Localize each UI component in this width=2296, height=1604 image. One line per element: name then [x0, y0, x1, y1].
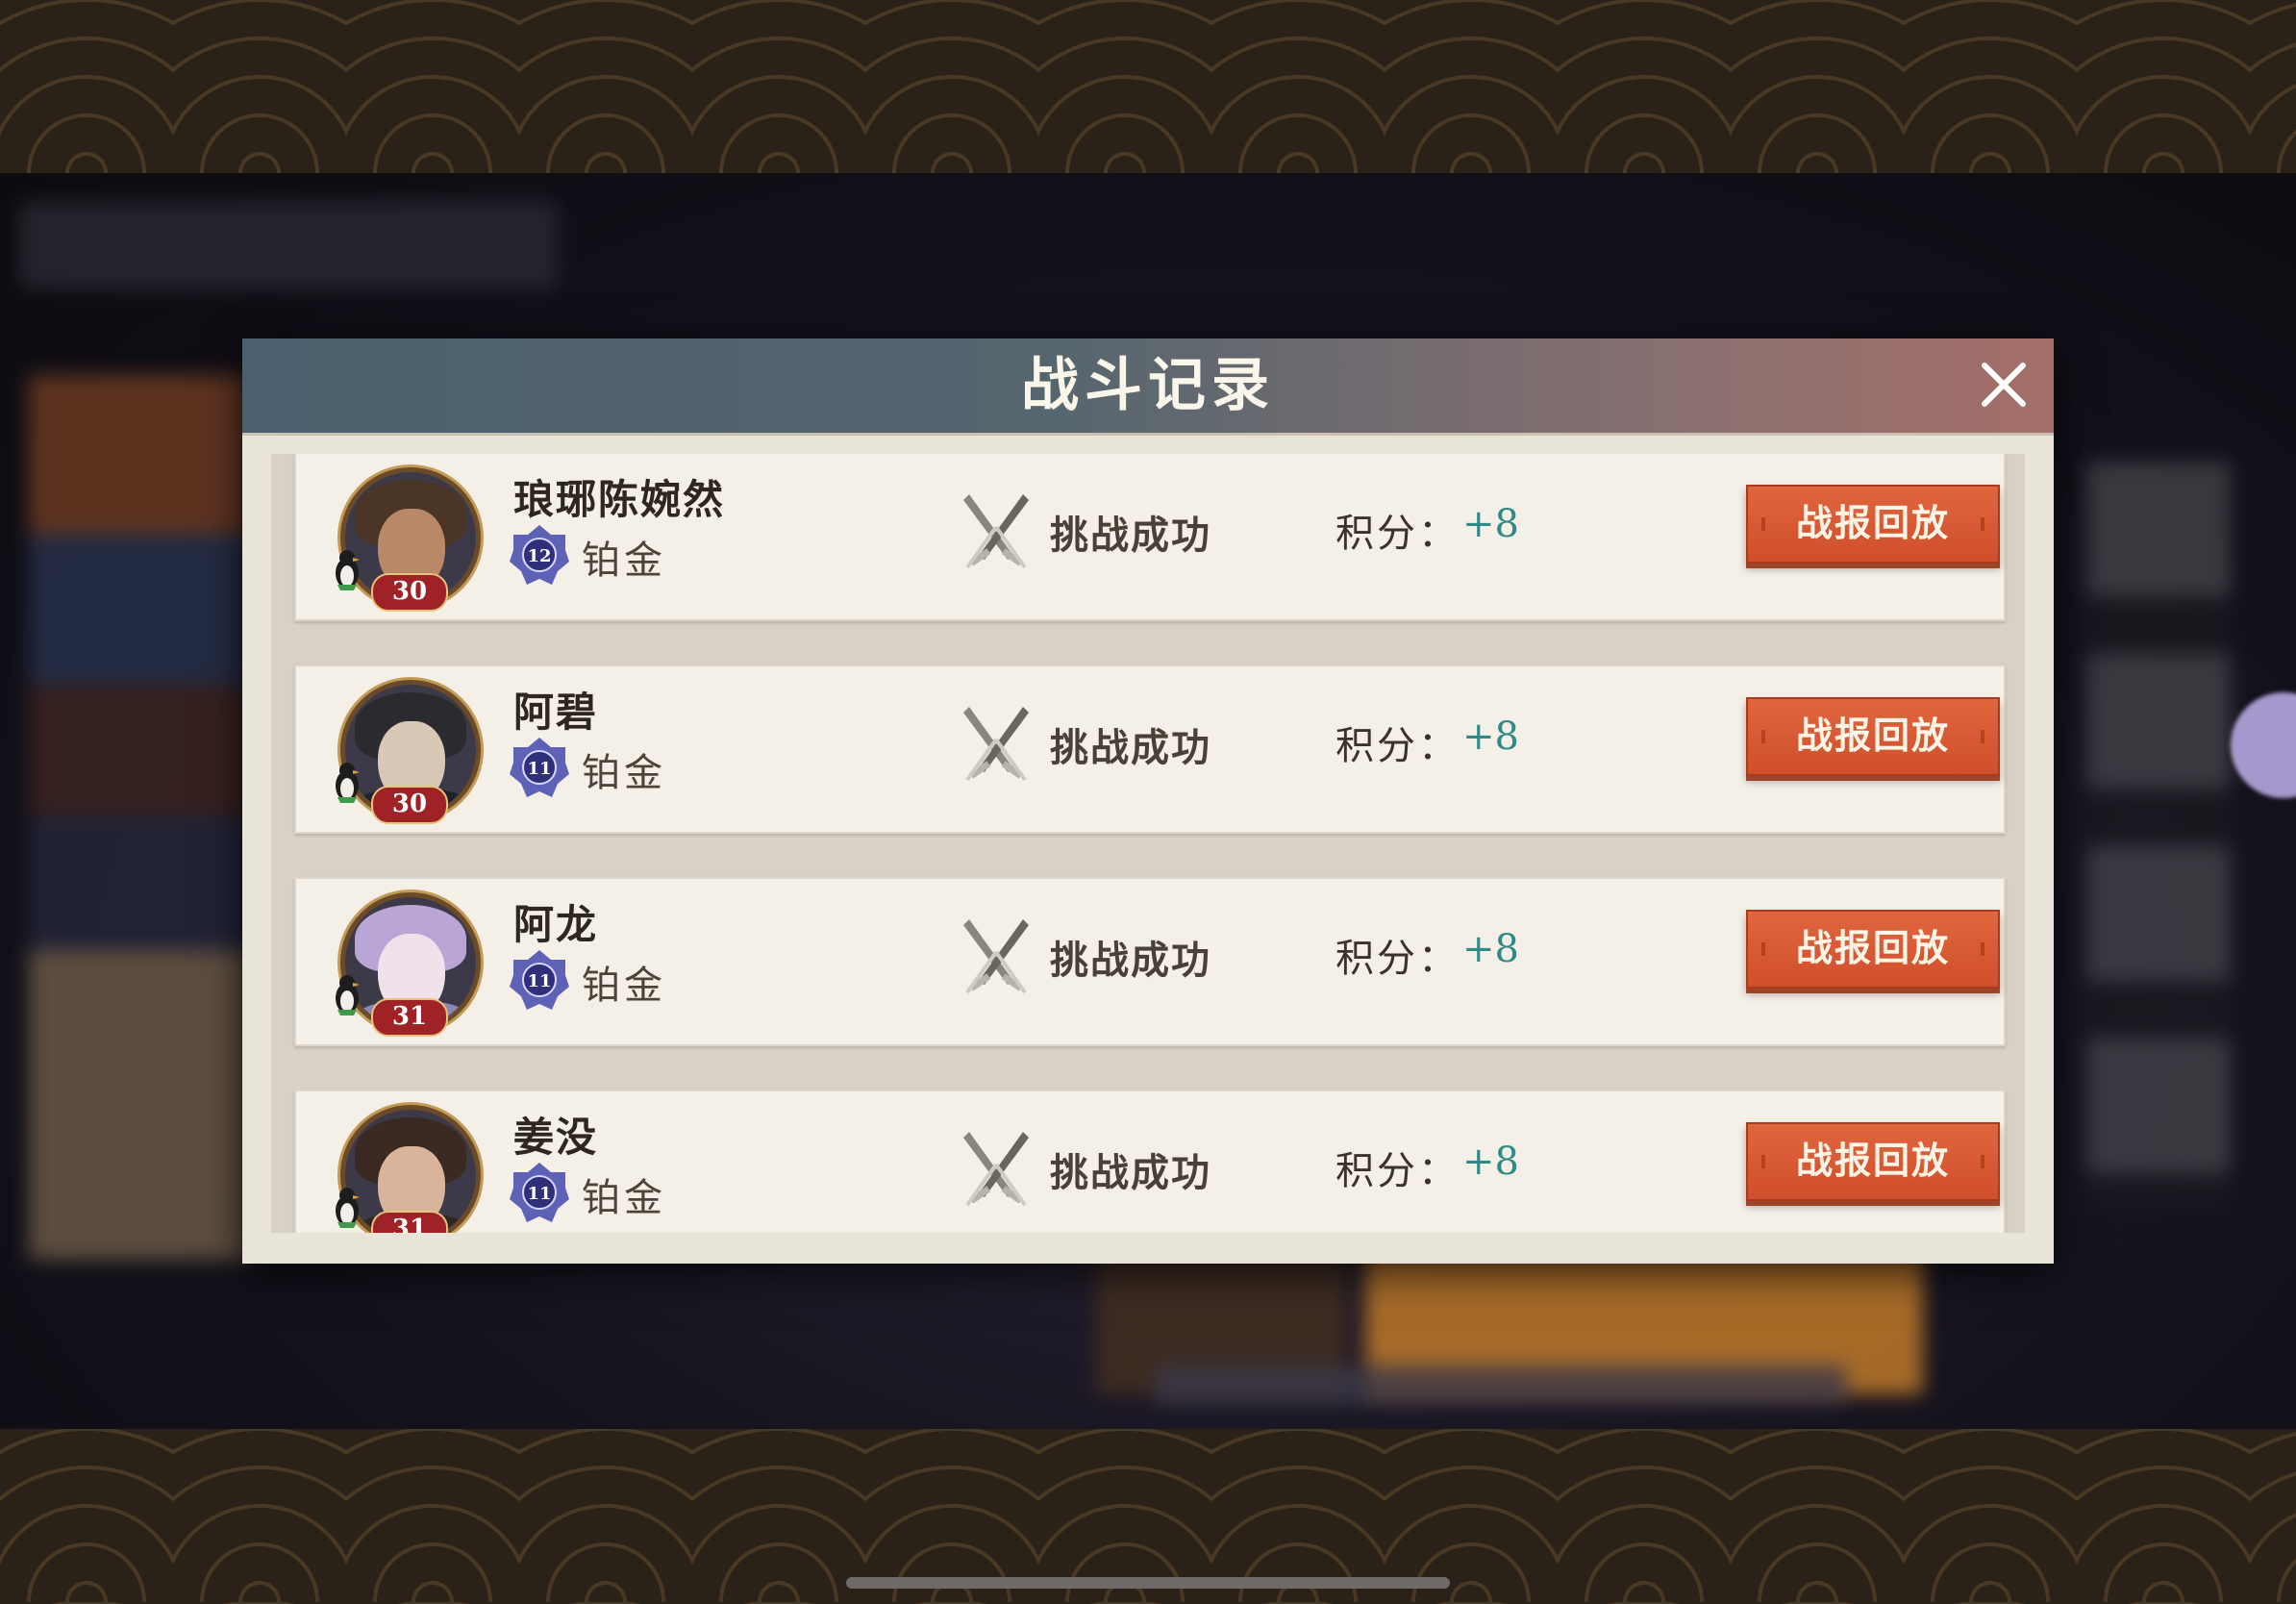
rank-name: 铂金: [582, 964, 666, 1008]
home-indicator[interactable]: [846, 1577, 1450, 1589]
crossed-swords-icon: [963, 707, 1029, 782]
record-row: 31 阿龙 11 铂金 挑战成功 积分： +8 战报回放: [294, 877, 2006, 1046]
score-value: +8: [1462, 714, 1519, 759]
rank-icon: 11: [510, 738, 569, 797]
rank-level: 11: [527, 759, 551, 779]
battle-result: 挑战成功: [1050, 513, 1211, 558]
player-avatar[interactable]: 30: [333, 464, 481, 612]
blurred-hint-text: [1154, 1366, 1846, 1404]
replay-button[interactable]: 战报回放: [1746, 697, 2000, 776]
replay-button[interactable]: 战报回放: [1746, 485, 2000, 564]
crossed-swords-icon: [963, 494, 1029, 569]
score-value: +8: [1462, 1140, 1519, 1184]
penguin-icon: [336, 550, 360, 590]
rank-level: 11: [527, 1184, 551, 1204]
score-value: +8: [1462, 927, 1519, 971]
level-badge: 31: [371, 1211, 448, 1233]
rank-icon: 12: [510, 525, 569, 585]
penguin-icon: [336, 975, 360, 1015]
player-avatar[interactable]: 30: [333, 676, 481, 824]
replay-button[interactable]: 战报回放: [1746, 1122, 2000, 1201]
rank-name: 铂金: [582, 751, 666, 795]
penguin-icon: [336, 1188, 360, 1228]
battle-result: 挑战成功: [1050, 1150, 1211, 1195]
rank-icon: 11: [510, 950, 569, 1010]
player-avatar[interactable]: 31: [333, 889, 481, 1037]
record-row: 30 阿碧 11 铂金 挑战成功 积分： +8 战报回放: [294, 664, 2006, 834]
battle-record-dialog: 战斗记录 30 琅琊陈婉然 12 铂金 挑战成功 积分： +8 战报回放 30 …: [242, 338, 2054, 1264]
record-list[interactable]: 30 琅琊陈婉然 12 铂金 挑战成功 积分： +8 战报回放 30 阿碧 11…: [271, 454, 2025, 1233]
close-button[interactable]: [1975, 356, 2033, 414]
rank-name: 铂金: [582, 1176, 666, 1220]
blurred-side-menu: [2086, 462, 2231, 1212]
record-row: 31 姜没 11 铂金 挑战成功 积分： +8 战报回放: [294, 1090, 2006, 1233]
rank-name: 铂金: [582, 539, 666, 583]
player-avatar[interactable]: 31: [333, 1101, 481, 1233]
crossed-swords-icon: [963, 919, 1029, 994]
record-row: 30 琅琊陈婉然 12 铂金 挑战成功 积分： +8 战报回放: [294, 454, 2006, 621]
dialog-header: 战斗记录: [242, 338, 2054, 436]
score-label: 积分：: [1335, 512, 1460, 556]
rank-level: 11: [527, 971, 551, 991]
penguin-icon: [336, 763, 360, 803]
score-label: 积分：: [1335, 724, 1460, 768]
level-badge: 30: [371, 786, 448, 824]
score-label: 积分：: [1335, 937, 1460, 981]
player-name: 阿碧: [513, 689, 599, 736]
rank-icon: 11: [510, 1163, 569, 1222]
player-name: 姜没: [513, 1114, 599, 1161]
dialog-title: 战斗记录: [1021, 352, 1275, 419]
blurred-assistant-avatar: [2231, 692, 2296, 798]
battle-result: 挑战成功: [1050, 725, 1211, 770]
score-label: 积分：: [1335, 1149, 1460, 1193]
blurred-ranking-list: [29, 375, 250, 1260]
blurred-top-bar: [19, 202, 558, 288]
level-badge: 30: [371, 573, 448, 612]
replay-button[interactable]: 战报回放: [1746, 910, 2000, 989]
crossed-swords-icon: [963, 1132, 1029, 1207]
battle-result: 挑战成功: [1050, 938, 1211, 983]
player-name: 阿龙: [513, 901, 599, 948]
player-name: 琅琊陈婉然: [513, 476, 726, 523]
decorative-top-band: [0, 0, 2296, 173]
score-value: +8: [1462, 502, 1519, 546]
level-badge: 31: [371, 998, 448, 1037]
close-icon: [1982, 363, 2026, 407]
rank-level: 12: [527, 546, 551, 566]
